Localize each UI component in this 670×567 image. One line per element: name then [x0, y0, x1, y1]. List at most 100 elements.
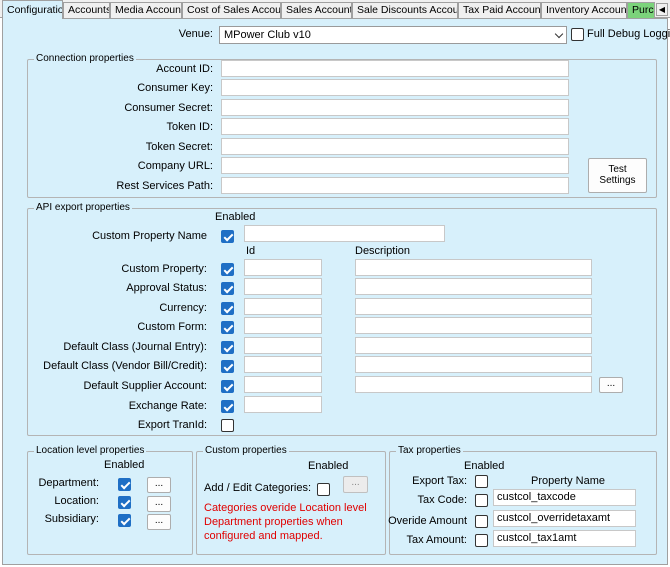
tab-configuration[interactable]: Configuration: [2, 0, 63, 19]
full-debug-logging-label: Full Debug Logging: [587, 28, 670, 40]
add-edit-categories-label: Add / Edit Categories:: [204, 482, 312, 494]
approval-status-description-field[interactable]: [355, 278, 592, 295]
tax-amount-property-field[interactable]: custcol_tax1amt: [493, 530, 636, 547]
default-class-vendor-bill-checkbox[interactable]: [221, 360, 234, 373]
tab-sale-discounts-account[interactable]: Sale Discounts Account: [352, 2, 458, 18]
tab-accounts[interactable]: Accounts: [63, 2, 110, 18]
default-supplier-account-id-field[interactable]: [244, 376, 322, 393]
subsidiary-checkbox[interactable]: [118, 514, 131, 527]
id-column-header: Id: [246, 245, 256, 257]
custom-property-name-checkbox[interactable]: [221, 230, 234, 243]
location-enabled-header: Enabled: [104, 459, 145, 471]
custom-property-id-field[interactable]: [244, 259, 322, 276]
tab-tax-paid-accounts[interactable]: Tax Paid Accounts: [458, 2, 541, 18]
currency-checkbox[interactable]: [221, 302, 234, 315]
default-class-journal-entry-label: Default Class (Journal Entry):: [63, 341, 207, 353]
tax-code-label: Tax Code:: [417, 494, 467, 506]
token-secret-label: Token Secret:: [145, 141, 213, 153]
custom-property-description-field[interactable]: [355, 259, 592, 276]
location-label: Location:: [54, 495, 99, 507]
default-class-journal-entry-description-field[interactable]: [355, 337, 592, 354]
location-browse-button[interactable]: ...: [147, 496, 171, 512]
default-supplier-account-browse-button[interactable]: ...: [599, 377, 623, 393]
consumer-key-label: Consumer Key:: [137, 82, 213, 94]
tax-amount-checkbox[interactable]: [475, 534, 488, 547]
tab-cost-of-sales-account[interactable]: Cost of Sales Account: [182, 2, 281, 18]
custom-property-checkbox[interactable]: [221, 263, 234, 276]
department-checkbox[interactable]: [118, 478, 131, 491]
token-id-label: Token ID:: [166, 121, 213, 133]
description-column-header: Description: [355, 245, 411, 257]
default-class-journal-entry-checkbox[interactable]: [221, 341, 234, 354]
api-export-properties-title: API export properties: [34, 202, 132, 213]
tax-amount-label: Tax Amount:: [406, 534, 467, 546]
venue-select[interactable]: MPower Club v10: [219, 26, 567, 44]
default-class-journal-entry-id-field[interactable]: [244, 337, 322, 354]
currency-description-field[interactable]: [355, 298, 592, 315]
tab-strip: Configuration Accounts Media Accounts Co…: [0, 0, 670, 19]
tab-inventory-accounts[interactable]: Inventory Accounts: [541, 2, 627, 18]
department-browse-button[interactable]: ...: [147, 477, 171, 493]
export-tranid-label: Export TranId:: [137, 419, 207, 431]
add-edit-categories-browse-button[interactable]: ...: [343, 476, 368, 493]
configuration-panel: Venue: MPower Club v10 Full Debug Loggin…: [2, 18, 670, 565]
tax-code-property-field[interactable]: custcol_taxcode: [493, 489, 636, 506]
exchange-rate-checkbox[interactable]: [221, 400, 234, 413]
custom-properties-title: Custom properties: [203, 445, 289, 456]
rest-services-path-label: Rest Services Path:: [116, 180, 213, 192]
token-id-field[interactable]: [221, 118, 569, 135]
location-level-properties-title: Location level properties: [34, 445, 147, 456]
approval-status-checkbox[interactable]: [221, 282, 234, 295]
custom-form-id-field[interactable]: [244, 317, 322, 334]
categories-warning-text: Categories overide Location level Depart…: [204, 502, 367, 542]
custom-property-name-label: Custom Property Name: [92, 230, 207, 242]
tax-code-checkbox[interactable]: [475, 494, 488, 507]
default-class-vendor-bill-id-field[interactable]: [244, 356, 322, 373]
default-supplier-account-description-field[interactable]: [355, 376, 592, 393]
tax-enabled-header: Enabled: [464, 460, 505, 472]
location-checkbox[interactable]: [118, 496, 131, 509]
consumer-secret-field[interactable]: [221, 99, 569, 116]
export-tax-checkbox[interactable]: [475, 475, 488, 488]
consumer-key-field[interactable]: [221, 79, 569, 96]
department-label: Department:: [38, 477, 99, 489]
exchange-rate-id-field[interactable]: [244, 396, 322, 413]
company-url-label: Company URL:: [137, 160, 213, 172]
api-enabled-header: Enabled: [215, 211, 256, 223]
custom-enabled-header: Enabled: [308, 460, 349, 472]
approval-status-id-field[interactable]: [244, 278, 322, 295]
property-name-header: Property Name: [531, 475, 605, 487]
custom-property-name-field[interactable]: [244, 225, 445, 242]
subsidiary-browse-button[interactable]: ...: [147, 514, 171, 530]
account-id-field[interactable]: [221, 60, 569, 77]
custom-form-checkbox[interactable]: [221, 321, 234, 334]
custom-form-description-field[interactable]: [355, 317, 592, 334]
default-class-vendor-bill-label: Default Class (Vendor Bill/Credit):: [43, 360, 207, 372]
override-amount-checkbox[interactable]: [475, 515, 488, 528]
default-supplier-account-checkbox[interactable]: [221, 380, 234, 393]
subsidiary-label: Subsidiary:: [44, 513, 99, 525]
currency-id-field[interactable]: [244, 298, 322, 315]
company-url-field[interactable]: [221, 157, 569, 174]
rest-services-path-field[interactable]: [221, 177, 569, 194]
override-amount-property-field[interactable]: custcol_overridetaxamt: [493, 510, 636, 527]
default-class-vendor-bill-description-field[interactable]: [355, 356, 592, 373]
tab-purchases[interactable]: Purcl: [627, 2, 655, 18]
token-secret-field[interactable]: [221, 138, 569, 155]
full-debug-logging-checkbox[interactable]: [571, 28, 584, 41]
exchange-rate-label: Exchange Rate:: [128, 400, 207, 412]
venue-select-value: MPower Club v10: [224, 29, 311, 41]
consumer-secret-label: Consumer Secret:: [124, 102, 213, 114]
chevron-down-icon: [554, 29, 564, 39]
venue-label: Venue:: [178, 28, 213, 40]
tab-sales-accounts[interactable]: Sales Accounts: [281, 2, 352, 18]
account-id-label: Account ID:: [156, 63, 213, 75]
currency-label: Currency:: [159, 302, 207, 314]
export-tranid-checkbox[interactable]: [221, 419, 234, 432]
tab-scroll-left-icon[interactable]: ◀: [656, 3, 668, 16]
override-amount-label: Overide Amount: [388, 515, 467, 527]
add-edit-categories-checkbox[interactable]: [317, 483, 330, 496]
tab-media-accounts[interactable]: Media Accounts: [110, 2, 182, 18]
test-settings-button[interactable]: Test Settings: [588, 158, 647, 193]
tax-properties-title: Tax properties: [396, 445, 463, 456]
